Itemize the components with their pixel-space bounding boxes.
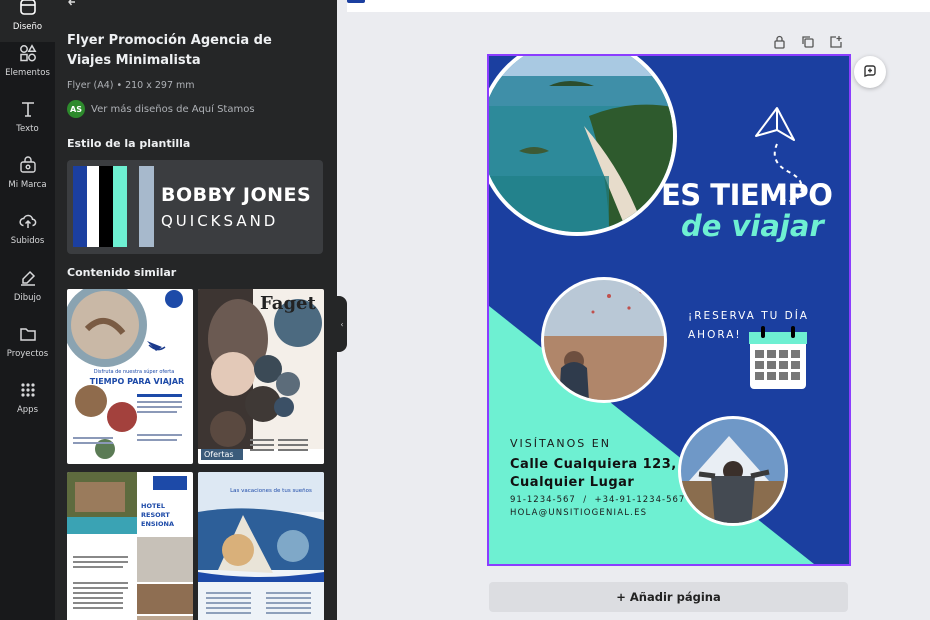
flyer-phones: 91-1234-567 / +34-91-1234-567 bbox=[510, 495, 686, 505]
editor-toolbar bbox=[347, 0, 930, 12]
rail-item-text[interactable]: Texto bbox=[0, 88, 55, 144]
flyer-reserve-line2: AHORA! bbox=[688, 329, 742, 341]
rail-item-apps[interactable]: Apps bbox=[0, 369, 55, 425]
similar-template-2[interactable]: Faget Ofertas bbox=[198, 289, 324, 464]
rail-label: Dibujo bbox=[13, 292, 42, 303]
flyer-address-line1: Calle Cualquiera 123, bbox=[510, 457, 677, 472]
rail-item-brand[interactable]: Mi Marca bbox=[0, 144, 55, 200]
thumb-title: Faget bbox=[260, 293, 316, 314]
thumb-title: HOTEL RESORT ENSIONA bbox=[141, 502, 174, 528]
rail-label: Proyectos bbox=[6, 348, 49, 359]
template-meta: Flyer (A4) • 210 x 297 mm bbox=[67, 80, 195, 91]
template-style-card[interactable]: BOBBY JONES QUICKSAND bbox=[67, 160, 323, 254]
brand-icon bbox=[18, 155, 38, 175]
similar-template-1[interactable]: Disfruta de nuestra súper oferta TIEMPO … bbox=[67, 289, 193, 464]
back-arrow-icon[interactable] bbox=[67, 0, 77, 6]
duplicate-icon[interactable] bbox=[801, 35, 815, 49]
collapse-panel-button[interactable]: ‹ bbox=[337, 296, 347, 352]
rail-label: Diseño bbox=[12, 21, 43, 32]
template-panel: Flyer Promoción Agencia de Viajes Minima… bbox=[55, 0, 337, 620]
palette-swatch bbox=[99, 166, 113, 247]
rail-label: Subidos bbox=[10, 235, 45, 246]
style-heading: Estilo de la plantilla bbox=[67, 137, 191, 150]
flyer-address-line2: Cualquier Lugar bbox=[510, 475, 635, 490]
text-icon bbox=[18, 99, 38, 119]
upload-icon bbox=[18, 211, 38, 231]
folder-icon bbox=[18, 324, 38, 344]
shapes-icon bbox=[18, 43, 38, 63]
rail-item-draw[interactable]: Dibujo bbox=[0, 257, 55, 313]
rail-label: Apps bbox=[16, 404, 39, 415]
rail-item-projects[interactable]: Proyectos bbox=[0, 313, 55, 369]
color-swatch[interactable] bbox=[347, 0, 365, 3]
rail-label: Elementos bbox=[5, 67, 50, 78]
author-text: Ver más diseños de Aquí Stamos bbox=[91, 103, 255, 115]
rail-label: Mi Marca bbox=[8, 179, 47, 190]
flyer-visit-label: VISÍTANOS EN bbox=[510, 437, 611, 450]
comment-icon bbox=[864, 65, 876, 77]
thumb-label: Ofertas bbox=[204, 450, 234, 459]
thumb-title: Las vacaciones de tus sueños bbox=[230, 488, 312, 494]
add-comment-button[interactable] bbox=[854, 56, 886, 88]
thumb-title: TIEMPO PARA VIAJAR bbox=[89, 377, 185, 386]
flyer-reserve-line1: ¡RESERVA TU DÍA bbox=[688, 310, 809, 322]
add-page-icon[interactable] bbox=[829, 35, 843, 49]
lock-icon[interactable] bbox=[773, 35, 787, 49]
rail-item-elements[interactable]: Elementos bbox=[0, 32, 55, 88]
flyer-headline-script: de viajar bbox=[681, 209, 824, 243]
palette-swatch bbox=[87, 166, 99, 247]
palette-swatch bbox=[113, 166, 127, 247]
flyer-email: HOLA@UNSITIOGENIAL.ES bbox=[510, 508, 648, 518]
palette-swatch bbox=[73, 166, 87, 247]
rail-item-uploads[interactable]: Subidos bbox=[0, 200, 55, 256]
apps-icon bbox=[18, 380, 38, 400]
font-sample-body: QUICKSAND bbox=[161, 212, 279, 230]
template-title: Flyer Promoción Agencia de Viajes Minima… bbox=[67, 33, 272, 68]
thumb-subtitle: Disfruta de nuestra súper oferta bbox=[93, 369, 175, 375]
side-rail: Diseño Elementos Texto Mi Marca Subidos … bbox=[0, 0, 55, 620]
draw-icon bbox=[18, 268, 38, 288]
similar-template-3[interactable]: HOTEL RESORT ENSIONA bbox=[67, 472, 193, 620]
font-sample-heading: BOBBY JONES bbox=[161, 184, 312, 206]
avatar: AS bbox=[67, 100, 85, 118]
add-page-button[interactable]: + Añadir página bbox=[489, 582, 848, 612]
flyer-headline: ES TIEMPO bbox=[661, 178, 833, 212]
design-icon bbox=[18, 0, 38, 17]
palette-swatch bbox=[139, 166, 154, 247]
similar-template-4[interactable]: Las vacaciones de tus sueños bbox=[198, 472, 324, 620]
similar-heading: Contenido similar bbox=[67, 266, 177, 279]
rail-label: Texto bbox=[16, 123, 39, 134]
flyer-page[interactable]: ES TIEMPO de viajar ¡RESERVA TU DÍA AHOR… bbox=[489, 56, 849, 564]
author-link[interactable]: AS Ver más diseños de Aquí Stamos bbox=[67, 100, 255, 118]
